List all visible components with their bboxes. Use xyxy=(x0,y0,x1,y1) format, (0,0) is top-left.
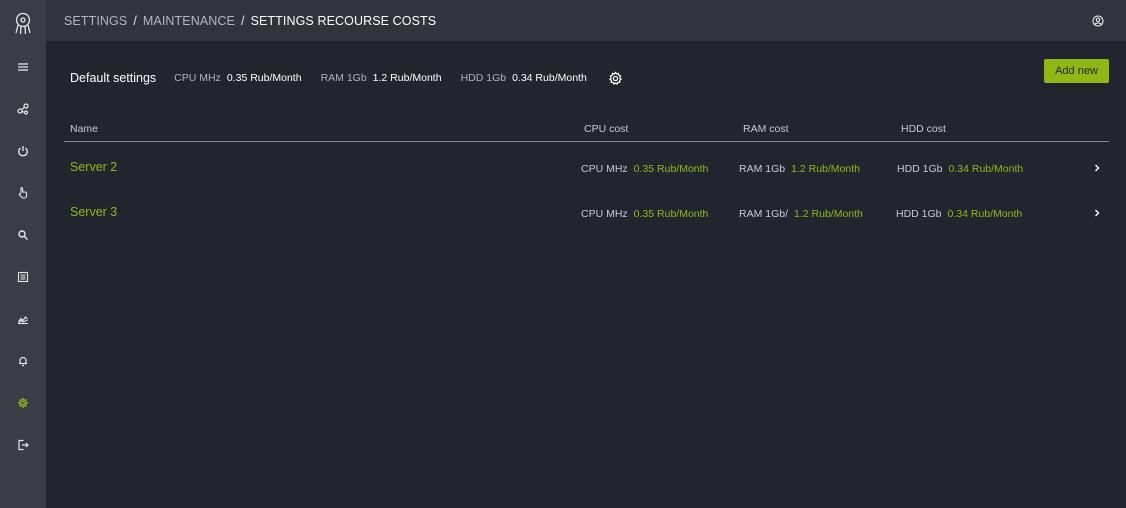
layers-icon xyxy=(18,63,28,71)
cpu-cost-label: CPU MHz xyxy=(581,163,628,175)
breadcrumb: SETTINGS / MAINTENANCE / SETTINGS RECOURSE C… xyxy=(64,14,436,28)
logo-icon[interactable] xyxy=(12,12,34,36)
breadcrumb-separator: / xyxy=(133,14,137,28)
cpu-cost-cell: CPU MHz 0.35 Rub/Month xyxy=(581,208,708,220)
hand-pointer-icon xyxy=(18,187,28,199)
table-row[interactable]: Server 2 CPU MHz 0.35 Rub/Month RAM 1Gb 1.… xyxy=(64,158,1109,178)
sidebar xyxy=(0,0,46,508)
user-account-icon[interactable] xyxy=(1092,15,1104,27)
default-hdd-label: HDD 1Gb xyxy=(460,72,507,84)
default-ram-value: 1.2 Rub/Month xyxy=(372,72,442,84)
ram-cost-value: 1.2 Rub/Month xyxy=(791,163,860,175)
server-name[interactable]: Server 2 xyxy=(70,160,117,174)
hdd-cost-value: 0.34 Rub/Month xyxy=(948,163,1024,175)
cpu-cost-label: CPU MHz xyxy=(581,208,628,220)
default-cpu-label: CPU MHz xyxy=(174,72,221,84)
chevron-right-icon[interactable] xyxy=(1093,163,1101,173)
column-header-ram-cost[interactable]: RAM cost xyxy=(743,123,789,135)
default-hdd-value: 0.34 Rub/Month xyxy=(512,72,587,84)
default-ram-label: RAM 1Gb xyxy=(320,72,367,84)
default-settings: Default settings CPU MHz 0.35 Rub/Month … xyxy=(70,70,623,86)
default-settings-title: Default settings xyxy=(70,71,157,85)
list-icon xyxy=(17,271,29,283)
main-content: Default settings CPU MHz 0.35 Rub/Month … xyxy=(46,41,1126,508)
column-header-name[interactable]: Name xyxy=(70,123,98,135)
ram-cost-label: RAM 1Gb/ xyxy=(739,208,789,220)
nav-item-settings[interactable] xyxy=(0,389,46,417)
logout-icon xyxy=(18,439,29,451)
ram-cost-cell: RAM 1Gb/1.2 Rub/Month xyxy=(739,208,863,220)
table-header: Name CPU cost RAM cost HDD cost xyxy=(64,119,1109,142)
settings-icon xyxy=(18,398,28,408)
hdd-cost-cell: HDD 1Gb 0.34 Rub/Month xyxy=(897,163,1023,175)
table-row[interactable]: Server 3 CPU MHz 0.35 Rub/Month RAM 1Gb/1… xyxy=(64,203,1109,223)
ram-cost-label: RAM 1Gb xyxy=(739,163,786,175)
ram-cost-cell: RAM 1Gb 1.2 Rub/Month xyxy=(739,163,860,175)
nav-item-power[interactable] xyxy=(0,137,46,165)
nav-item-chart[interactable] xyxy=(0,305,46,333)
nav-item-hand[interactable] xyxy=(0,179,46,207)
ram-cost-value: 1.2 Rub/Month xyxy=(794,208,863,220)
chart-icon xyxy=(18,316,28,325)
breadcrumb-maintenance[interactable]: MAINTENANCE xyxy=(143,14,235,28)
hdd-cost-cell: HDD 1Gb 0.34 Rub/Month xyxy=(896,208,1022,220)
bell-icon xyxy=(19,356,27,367)
column-header-cpu-cost[interactable]: CPU cost xyxy=(584,123,628,135)
top-bar: SETTINGS / MAINTENANCE / SETTINGS RECOURSE C… xyxy=(46,0,1126,41)
chevron-right-icon[interactable] xyxy=(1093,208,1101,218)
hdd-cost-value: 0.34 Rub/Month xyxy=(947,208,1023,220)
hdd-cost-label: HDD 1Gb xyxy=(897,163,943,175)
gear-icon[interactable] xyxy=(608,70,623,86)
nav-item-list[interactable] xyxy=(0,263,46,291)
column-header-hdd-cost[interactable]: HDD cost xyxy=(901,123,946,135)
breadcrumb-settings[interactable]: SETTINGS xyxy=(64,14,127,28)
default-cpu-value: 0.35 Rub/Month xyxy=(226,72,302,84)
cpu-cost-value: 0.35 Rub/Month xyxy=(633,208,709,220)
nav-item-layers[interactable] xyxy=(0,53,46,81)
nav-item-logout[interactable] xyxy=(0,431,46,459)
hdd-cost-label: HDD 1Gb xyxy=(896,208,942,220)
breadcrumb-current: SETTINGS RECOURSE COSTS xyxy=(250,14,437,28)
nav-item-share[interactable] xyxy=(0,95,46,123)
add-new-button[interactable]: Add new xyxy=(1044,59,1109,83)
breadcrumb-separator: / xyxy=(240,14,245,28)
cpu-cost-cell: CPU MHz 0.35 Rub/Month xyxy=(581,163,708,175)
nav-item-search[interactable] xyxy=(0,221,46,249)
share-icon xyxy=(17,103,29,115)
nav-item-notifications[interactable] xyxy=(0,347,46,375)
server-name[interactable]: Server 3 xyxy=(70,205,117,219)
cpu-cost-value: 0.35 Rub/Month xyxy=(633,163,709,175)
search-icon xyxy=(18,230,28,240)
power-icon xyxy=(18,146,28,157)
